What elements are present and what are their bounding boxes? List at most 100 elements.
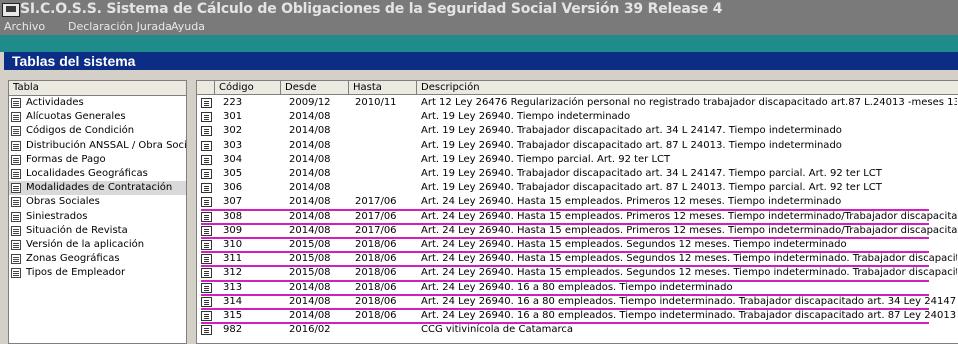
cell-desde: 2014/08	[289, 125, 331, 137]
cell-codigo: 312	[223, 267, 243, 279]
document-icon	[11, 168, 21, 179]
table-list-item[interactable]: Modalidades de Contratación	[9, 181, 186, 196]
cell-codigo: 303	[223, 139, 243, 151]
table-list-item[interactable]: Actividades	[9, 96, 186, 110]
table-list-item[interactable]: Versión de la aplicación	[9, 238, 186, 252]
app-icon[interactable]	[2, 3, 20, 17]
table-row[interactable]: 308 2014/08 2017/06 Art. 24 Ley 26940. Hast…	[197, 210, 958, 225]
table-list-item[interactable]: Códigos de Condición	[9, 124, 186, 138]
document-icon	[201, 112, 212, 123]
cell-descripcion: Art. 19 Ley 26940. Tiempo parcial. Art. …	[421, 153, 671, 165]
table-list-item[interactable]: Zonas Geográficas	[9, 252, 186, 266]
records-table[interactable]: Código Desde Hasta Descripción 223 2009/1…	[196, 80, 958, 344]
table-row[interactable]: 302 2014/08 Art. 19 Ley 26940. Trabajador …	[197, 124, 958, 138]
cell-descripcion: Art. 24 Ley 26940. 16 a 80 empleados. Ti…	[421, 310, 957, 321]
cell-desde: 2015/08	[289, 239, 331, 250]
cell-hasta: 2017/06	[355, 210, 397, 222]
document-icon	[201, 282, 212, 293]
document-icon	[11, 140, 21, 151]
cell-descripcion: Art. 24 Ley 26940. Hasta 15 empleados. S…	[421, 267, 957, 279]
table-row[interactable]: 310 2015/08 2018/06 Art. 24 Ley 26940. Hast…	[197, 238, 958, 254]
table-list-item-label: Siniestrados	[26, 210, 88, 222]
table-list-item[interactable]: Formas de Pago	[9, 153, 186, 167]
cell-codigo: 306	[223, 182, 243, 194]
header-codigo[interactable]: Código	[215, 81, 281, 95]
document-icon	[11, 197, 21, 208]
table-row[interactable]: 305 2014/08 Art. 19 Ley 26940. Trabajador …	[197, 167, 958, 181]
table-row[interactable]: 309 2014/08 2017/06 Art. 24 Ley 26940. Hast…	[197, 224, 958, 239]
cell-desde: 2014/08	[289, 224, 331, 236]
cell-descripcion: Art. 19 Ley 26940. Trabajador discapacit…	[421, 168, 882, 179]
cell-hasta: 2018/06	[355, 281, 397, 293]
table-list-item[interactable]: Distribución ANSSAL / Obra Social	[9, 139, 186, 153]
document-icon	[201, 169, 212, 179]
document-icon	[201, 254, 212, 265]
table-row[interactable]: 306 2014/08 Art. 19 Ley 26940. Trabajador …	[197, 181, 958, 195]
table-row[interactable]: 307 2014/08 2017/06 Art. 24 Ley 26940. Hast…	[197, 195, 958, 211]
table-row[interactable]: 982 2016/02 CCG vitivinícola de Catamarca	[197, 323, 958, 337]
cell-desde: 2014/08	[289, 210, 331, 222]
table-list-item-label: Tipos de Empleador	[26, 267, 126, 279]
cell-codigo: 313	[223, 281, 243, 293]
window-title: SI.C.O.S.S. Sistema de Cálculo de Obliga…	[20, 1, 723, 17]
header-descripcion[interactable]: Descripción	[417, 81, 958, 95]
cell-codigo: 305	[223, 168, 243, 179]
cell-descripcion: Art. 19 Ley 26940. Tiempo indeterminado	[421, 111, 631, 123]
document-icon	[11, 211, 21, 222]
cell-desde: 2014/08	[289, 196, 331, 208]
document-icon	[201, 211, 212, 222]
menu-declaracion-jurada[interactable]: Declaración Jurada	[68, 20, 172, 33]
table-row[interactable]: 301 2014/08 Art. 19 Ley 26940. Tiempo inde…	[197, 110, 958, 124]
table-row[interactable]: 315 2014/08 2018/06 Art. 24 Ley 26940. 16 a…	[197, 309, 958, 325]
table-row[interactable]: 303 2014/08 Art. 19 Ley 26940. Trabajador …	[197, 139, 958, 153]
workspace-background	[0, 35, 958, 52]
cell-codigo: 223	[223, 97, 243, 108]
cell-desde: 2014/08	[289, 182, 331, 194]
table-list-item[interactable]: Situación de Revista	[9, 224, 186, 238]
table-list-header[interactable]: Tabla	[9, 81, 186, 96]
table-row[interactable]: 304 2014/08 Art. 19 Ley 26940. Tiempo parc…	[197, 153, 958, 167]
menu-ayuda[interactable]: Ayuda	[171, 20, 205, 33]
table-list-item[interactable]: Siniestrados	[9, 210, 186, 224]
table-list-item-label: Modalidades de Contratación	[26, 182, 173, 194]
cell-hasta: 2018/06	[355, 267, 397, 279]
table-list-item-label: Alícuotas Generales	[26, 111, 126, 123]
header-hasta[interactable]: Hasta	[349, 81, 417, 95]
icon-column-header[interactable]	[197, 81, 215, 95]
cell-descripcion: Art. 19 Ley 26940. Trabajador discapacit…	[421, 125, 842, 137]
cell-hasta: 2017/06	[355, 224, 397, 236]
table-list-item[interactable]: Tipos de Empleador	[9, 266, 186, 280]
cell-desde: 2014/08	[289, 310, 331, 321]
table-list[interactable]: Tabla Actividades Alícuotas Generales Códi…	[8, 80, 187, 344]
document-icon	[11, 126, 21, 137]
cell-codigo: 309	[223, 224, 243, 236]
cell-descripcion: Art. 19 Ley 26940. Trabajador discapacit…	[421, 182, 882, 194]
table-row[interactable]: 312 2015/08 2018/06 Art. 24 Ley 26940. Hast…	[197, 266, 958, 282]
menu-archivo[interactable]: Archivo	[4, 20, 45, 33]
table-list-item-label: Códigos de Condición	[26, 125, 135, 137]
table-list-item-label: Localidades Geográficas	[26, 167, 148, 179]
header-desde[interactable]: Desde	[281, 81, 349, 95]
table-row[interactable]: 223 2009/12 2010/11 Art 12 Ley 26476 Regula…	[197, 96, 958, 110]
table-list-item-label: Distribución ANSSAL / Obra Social	[26, 139, 187, 151]
document-icon	[201, 225, 212, 236]
table-list-item[interactable]: Alícuotas Generales	[9, 110, 186, 124]
title-bar: SI.C.O.S.S. Sistema de Cálculo de Obliga…	[0, 0, 958, 19]
table-list-item[interactable]: Localidades Geográficas	[9, 167, 186, 181]
document-icon	[11, 112, 21, 123]
document-icon	[201, 183, 212, 194]
cell-desde: 2009/12	[289, 97, 331, 108]
cell-desde: 2014/08	[289, 111, 331, 123]
cell-codigo: 301	[223, 111, 243, 123]
table-list-item-label: Zonas Geográficas	[26, 253, 120, 265]
panel-title-bar: Tablas del sistema	[4, 52, 958, 70]
table-row[interactable]: 311 2015/08 2018/06 Art. 24 Ley 26940. Hast…	[197, 252, 958, 268]
cell-hasta: 2017/06	[355, 196, 397, 208]
document-icon	[11, 183, 21, 194]
cell-desde: 2014/08	[289, 139, 331, 151]
table-list-item[interactable]: Obras Sociales	[9, 195, 186, 209]
table-row[interactable]: 314 2014/08 2018/06 Art. 24 Ley 26940. 16 a…	[197, 295, 958, 310]
cell-codigo: 982	[223, 324, 243, 336]
table-row[interactable]: 313 2014/08 2018/06 Art. 24 Ley 26940. 16 a…	[197, 281, 958, 296]
cell-hasta: 2018/06	[355, 295, 397, 307]
